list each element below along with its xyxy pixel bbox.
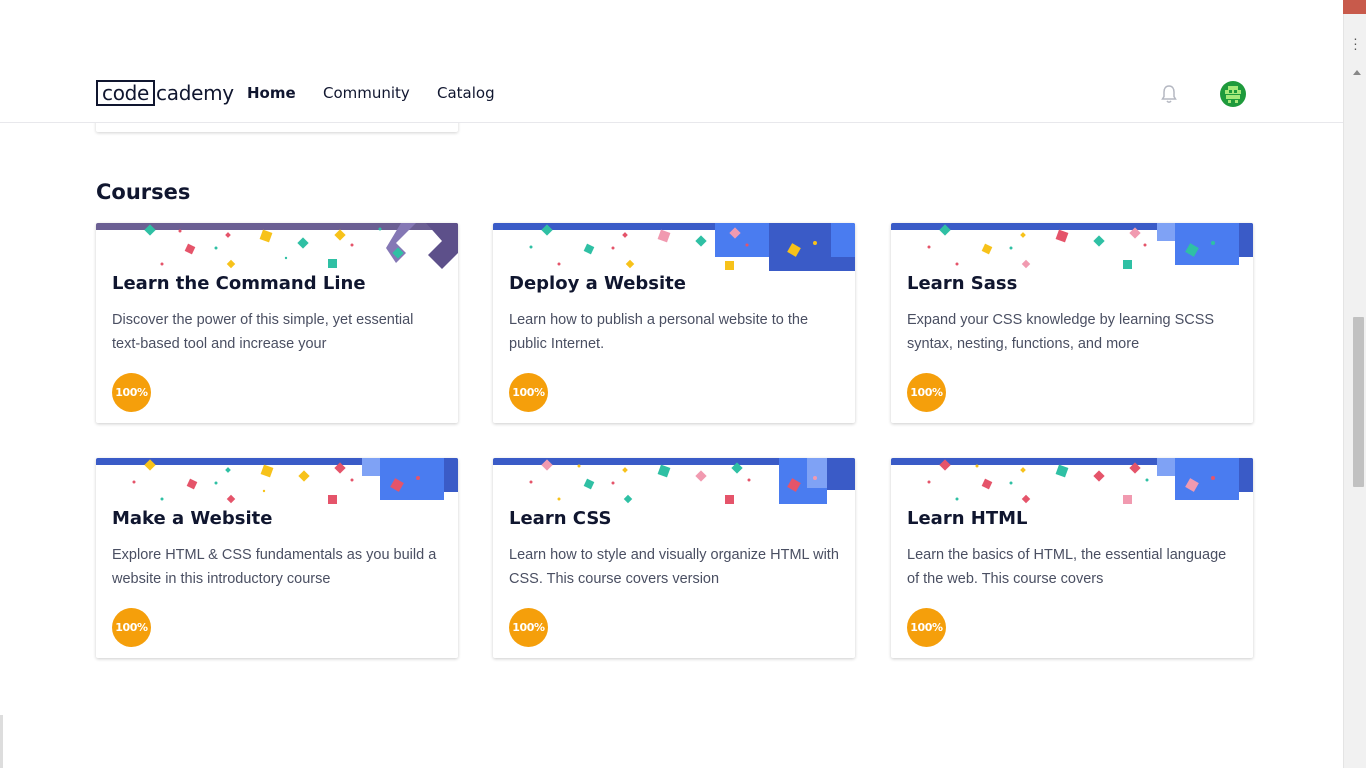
course-card-learn-html[interactable]: Learn HTML Learn the basics of HTML, the… xyxy=(891,458,1253,658)
course-card-learn-css[interactable]: Learn CSS Learn how to style and visuall… xyxy=(493,458,855,658)
course-title: Learn Sass xyxy=(907,273,1018,294)
logo-rest-text: cademy xyxy=(156,81,234,105)
progress-badge: 100% xyxy=(112,373,151,412)
nav-catalog-link[interactable]: Catalog xyxy=(437,84,495,102)
top-navigation: code cademy Home Community Catalog xyxy=(0,0,1343,123)
vertical-scrollbar[interactable]: · · · xyxy=(1343,0,1366,768)
progress-badge: 100% xyxy=(509,373,548,412)
confetti-banner xyxy=(96,458,458,504)
progress-badge: 100% xyxy=(509,608,548,647)
course-card-deploy-website[interactable]: Deploy a Website Learn how to publish a … xyxy=(493,223,855,423)
confetti-banner xyxy=(493,458,855,504)
window-close-corner[interactable] xyxy=(1343,0,1366,14)
course-title: Deploy a Website xyxy=(509,273,686,294)
avatar[interactable] xyxy=(1220,81,1246,107)
description-fade xyxy=(781,567,841,591)
course-title: Make a Website xyxy=(112,508,273,529)
codecademy-logo[interactable]: code cademy xyxy=(96,80,234,106)
course-card-learn-sass[interactable]: Learn Sass Expand your CSS knowledge by … xyxy=(891,223,1253,423)
course-title: Learn CSS xyxy=(509,508,612,529)
avatar-pattern-icon xyxy=(1225,86,1241,103)
browser-menu-icon[interactable]: · · · xyxy=(1344,31,1366,55)
confetti-banner xyxy=(891,223,1253,269)
courses-heading: Courses xyxy=(96,180,191,204)
scroll-up-arrow-icon[interactable] xyxy=(1353,70,1361,75)
confetti-banner xyxy=(493,223,855,271)
progress-badge: 100% xyxy=(907,373,946,412)
progress-badge: 100% xyxy=(112,608,151,647)
description-fade xyxy=(1179,332,1239,356)
course-title: Learn HTML xyxy=(907,508,1028,529)
course-card-command-line[interactable]: Learn the Command Line Discover the powe… xyxy=(96,223,458,423)
bell-icon[interactable] xyxy=(1158,83,1180,105)
course-description: Learn how to publish a personal website … xyxy=(509,312,809,352)
confetti-banner xyxy=(96,223,458,269)
nav-home-link[interactable]: Home xyxy=(247,84,296,102)
course-card-make-website[interactable]: Make a Website Explore HTML & CSS fundam… xyxy=(96,458,458,658)
nav-community-link[interactable]: Community xyxy=(323,84,410,102)
progress-badge: 100% xyxy=(907,608,946,647)
course-title: Learn the Command Line xyxy=(112,273,366,294)
description-fade xyxy=(384,567,444,591)
description-fade xyxy=(1179,567,1239,591)
logo-box-text: code xyxy=(96,80,156,106)
confetti-banner xyxy=(891,458,1253,504)
window-edge xyxy=(0,715,3,768)
scrollbar-thumb[interactable] xyxy=(1353,317,1364,487)
description-fade xyxy=(384,332,444,356)
